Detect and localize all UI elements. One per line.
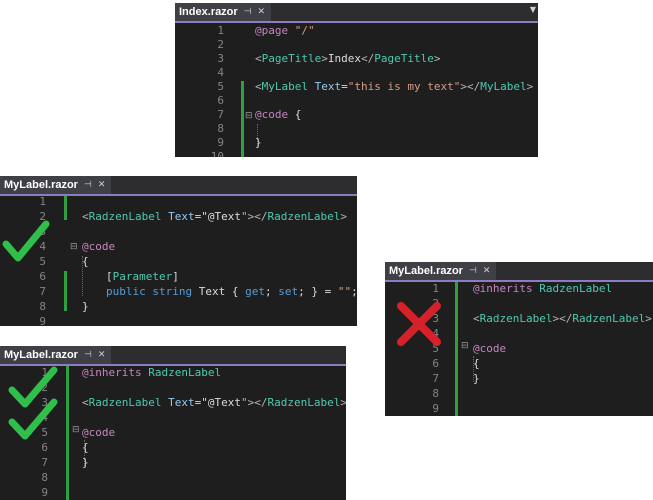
code-line-1: @inherits RadzenLabel (82, 366, 222, 379)
line-number: 8 (41, 471, 48, 484)
close-icon[interactable]: ✕ (258, 7, 266, 17)
pin-icon[interactable]: ⊣ (84, 350, 92, 360)
code-line-5: @code (82, 426, 116, 439)
close-icon[interactable]: ✕ (98, 350, 106, 360)
line-number: 1 (217, 24, 224, 37)
code-line-5: @code (473, 342, 507, 355)
line-number: 8 (39, 300, 46, 313)
checkmark-icon (8, 398, 58, 440)
collapse-icon[interactable]: ⊟ (70, 242, 78, 252)
tab-index-razor[interactable]: Index.razor ⊣ ✕ (175, 3, 272, 21)
code-line-7: } (82, 456, 89, 469)
index-editor-panel: Index.razor ⊣ ✕ ▼ 1 2 3 4 5 6 7 8 9 10 ⊟… (175, 3, 538, 157)
line-number: 9 (432, 402, 439, 415)
line-number: 9 (41, 486, 48, 499)
collapse-icon[interactable]: ⊟ (245, 111, 253, 121)
line-number: 5 (217, 80, 224, 93)
change-indicator (66, 366, 69, 500)
tab-mylabel-razor[interactable]: MyLabel.razor ⊣ ✕ (0, 346, 112, 364)
code-line-3: <RadzenLabel></RadzenLabel> (473, 312, 652, 325)
code-line-7: } (473, 372, 480, 385)
tab-label: Index.razor (179, 6, 238, 18)
tab-bar: Index.razor ⊣ ✕ ▼ (175, 3, 538, 23)
code-line-3: <RadzenLabel Text="@Text"></RadzenLabel> (82, 396, 346, 409)
line-number: 8 (217, 122, 224, 135)
code-line-5: <MyLabel Text="this is my text"></MyLabe… (255, 80, 534, 93)
mylabel-editor-panel-3: MyLabel.razor ⊣ ✕ 1 2 3 4 5 6 7 8 9 ⊟ @i… (0, 346, 346, 500)
mylabel-editor-panel-2: MyLabel.razor ⊣ ✕ 1 2 3 4 5 6 7 8 9 ⊟ @i… (385, 262, 653, 416)
pin-icon[interactable]: ⊣ (244, 7, 252, 17)
line-number: 7 (432, 372, 439, 385)
line-number: 6 (41, 441, 48, 454)
change-indicator (64, 271, 67, 311)
line-number: 7 (217, 108, 224, 121)
line-number: 2 (217, 38, 224, 51)
code-line-9: } (255, 136, 262, 149)
code-line-6: { (473, 357, 480, 370)
change-indicator (64, 196, 67, 220)
line-number: 3 (217, 52, 224, 65)
pin-icon[interactable]: ⊣ (84, 180, 92, 190)
tab-label: MyLabel.razor (389, 265, 463, 277)
tab-mylabel-razor[interactable]: MyLabel.razor ⊣ ✕ (0, 176, 112, 194)
change-indicator (241, 81, 244, 157)
code-line-5: { (82, 255, 89, 268)
tab-mylabel-razor[interactable]: MyLabel.razor ⊣ ✕ (385, 262, 497, 280)
line-number: 6 (432, 357, 439, 370)
code-line-4: @code (82, 240, 116, 253)
line-number: 7 (41, 456, 48, 469)
close-icon[interactable]: ✕ (483, 266, 491, 276)
change-indicator (455, 282, 458, 416)
chevron-down-icon[interactable]: ▼ (530, 5, 536, 14)
code-line-2: <RadzenLabel Text="@Text"></RadzenLabel> (82, 210, 347, 223)
line-number: 6 (217, 94, 224, 107)
line-number: 9 (39, 315, 46, 326)
pin-icon[interactable]: ⊣ (469, 266, 477, 276)
collapse-icon[interactable]: ⊟ (461, 341, 469, 351)
code-line-8: } (82, 300, 89, 313)
line-number: 1 (39, 195, 46, 208)
tab-bar: MyLabel.razor ⊣ ✕ (0, 176, 357, 196)
code-line-7: public string Text { get; set; } = ""; (106, 285, 357, 298)
line-number: 7 (39, 285, 46, 298)
code-line-7: @code { (255, 108, 302, 121)
code-line-6: [Parameter] (106, 270, 179, 283)
close-icon[interactable]: ✕ (98, 180, 106, 190)
line-number: 6 (39, 270, 46, 283)
code-line-1: @page "/" (255, 24, 315, 37)
tab-label: MyLabel.razor (4, 349, 78, 361)
checkmark-icon (2, 220, 50, 262)
code-line-6: { (82, 441, 89, 454)
line-number: 4 (217, 66, 224, 79)
tab-bar: MyLabel.razor ⊣ ✕ (385, 262, 653, 282)
mylabel-editor-panel-1: MyLabel.razor ⊣ ✕ 1 2 3 4 5 6 7 8 9 ⊟ <R… (0, 176, 357, 326)
line-number: 1 (432, 282, 439, 295)
code-line-3: <PageTitle>Index</PageTitle> (255, 52, 441, 65)
line-number: 9 (217, 136, 224, 149)
collapse-icon[interactable]: ⊟ (72, 425, 80, 435)
tab-bar: MyLabel.razor ⊣ ✕ (0, 346, 346, 366)
line-number: 8 (432, 387, 439, 400)
cross-icon (397, 302, 441, 346)
tab-label: MyLabel.razor (4, 179, 78, 191)
line-number: 10 (210, 150, 224, 157)
code-line-1: @inherits RadzenLabel (473, 282, 613, 295)
